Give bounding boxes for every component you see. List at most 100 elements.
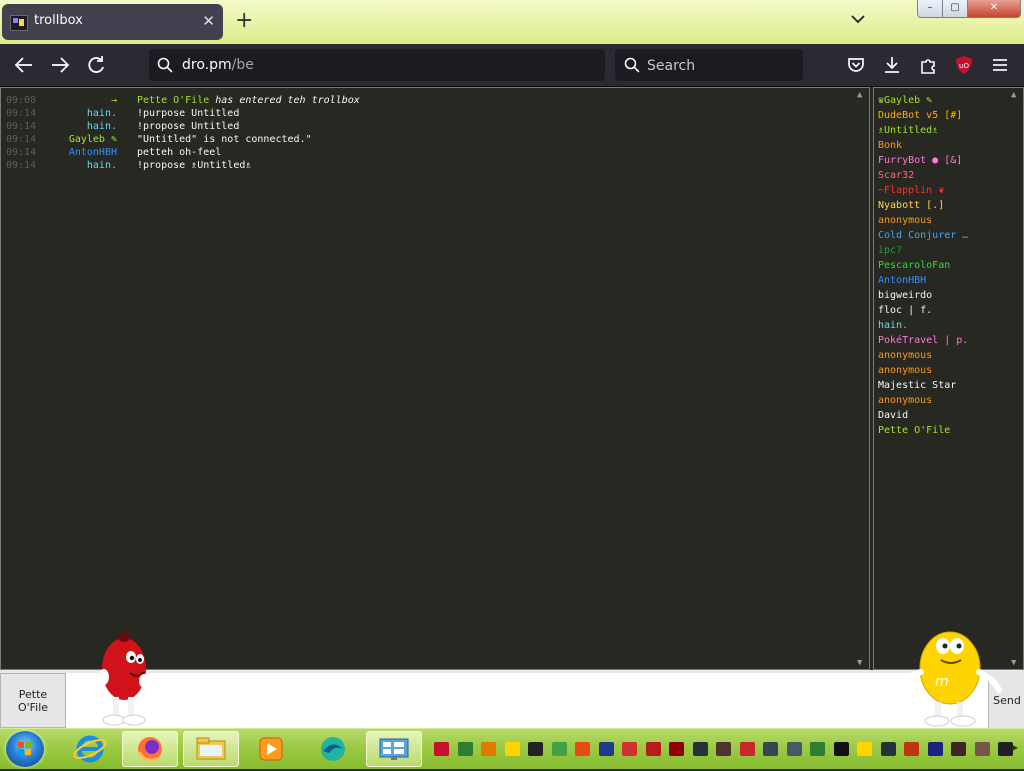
message-nick[interactable]: →	[111, 94, 117, 107]
tray-app-icon[interactable]	[622, 742, 637, 756]
message-nick[interactable]: hain.	[87, 107, 117, 120]
user-list-item[interactable]: Nyabott [.]	[878, 199, 944, 212]
user-list-item[interactable]: DudeBot v5 [#]	[878, 109, 962, 122]
windows-start-button[interactable]	[6, 731, 44, 767]
user-list-item[interactable]: anonymous	[878, 394, 932, 407]
nickname-button[interactable]: Pette O'File	[0, 673, 66, 728]
chat-message: 09:14 hain. !propose ♗Untitled♗	[1, 159, 861, 172]
tab-trollbox[interactable]: trollbox ✕	[2, 4, 223, 40]
close-window-button[interactable]: ✕	[967, 0, 1021, 18]
tray-app-icon[interactable]	[974, 742, 990, 756]
user-list-item[interactable]: Scar32	[878, 169, 914, 182]
minimize-button[interactable]: –	[917, 0, 943, 18]
search-icon	[624, 57, 640, 73]
user-list-item[interactable]: David	[878, 409, 908, 422]
maximize-button[interactable]: ▢	[942, 0, 968, 18]
userlist-scrollbar[interactable]: ▲ ▼	[1009, 90, 1023, 668]
user-list-item[interactable]: hain.	[878, 319, 908, 332]
reload-icon[interactable]	[82, 52, 110, 78]
user-list-item[interactable]: Majestic Star	[878, 379, 956, 392]
joined-user-name[interactable]: Pette O'File	[137, 95, 209, 106]
internet-explorer-taskbar-button[interactable]	[62, 731, 118, 767]
ublock-origin-icon[interactable]: uO	[952, 53, 976, 77]
message-nick[interactable]: hain.	[87, 120, 117, 133]
message-timestamp: 09:14	[6, 134, 37, 145]
back-arrow-icon[interactable]	[10, 52, 38, 78]
user-list-item[interactable]: anonymous	[878, 349, 932, 362]
hamburger-menu-icon[interactable]	[988, 53, 1012, 77]
scroll-up-icon[interactable]: ▲	[857, 90, 862, 100]
tray-app-icon[interactable]	[575, 742, 590, 756]
chat-message: 09:14 hain. !propose Untitled	[1, 120, 861, 133]
tray-app-icon[interactable]	[551, 742, 567, 756]
pocket-icon[interactable]	[844, 53, 868, 77]
message-nick[interactable]: AntonHBH	[69, 146, 117, 159]
tray-app-icon[interactable]	[833, 742, 849, 756]
user-list-item[interactable]: ♛Gayleb ✎	[878, 94, 932, 107]
message-input[interactable]	[67, 673, 991, 730]
url-bar[interactable]: dro.pm/be	[149, 49, 605, 81]
file-explorer-taskbar-button[interactable]	[183, 731, 239, 767]
tray-app-icon[interactable]	[434, 742, 449, 756]
user-list-item[interactable]: PokéTravel | p.	[878, 334, 968, 347]
tab-title: trollbox	[34, 13, 83, 28]
window-controls: – ▢ ✕	[917, 0, 1021, 18]
user-list-item[interactable]: Bonk	[878, 139, 902, 152]
tray-app-icon[interactable]	[998, 742, 1013, 756]
user-list-item[interactable]: anonymous	[878, 364, 932, 377]
tray-app-icon[interactable]	[645, 742, 661, 756]
firefox-taskbar-button[interactable]	[122, 731, 178, 767]
user-list-item[interactable]: anonymous	[878, 214, 932, 227]
tray-app-icon[interactable]	[739, 742, 755, 756]
user-list-item[interactable]: ~Flapplin ❦	[878, 184, 944, 197]
user-list-item[interactable]: PescaroloFan	[878, 259, 950, 272]
scroll-up-icon[interactable]: ▲	[1011, 90, 1016, 100]
tray-app-icon[interactable]	[504, 742, 520, 756]
tray-app-icon[interactable]	[810, 742, 825, 756]
list-all-tabs-chevron-icon[interactable]	[849, 10, 867, 28]
tray-app-icon[interactable]	[857, 742, 872, 756]
downloads-icon[interactable]	[880, 53, 904, 77]
tray-app-icon[interactable]	[786, 742, 802, 756]
user-list-item[interactable]: ipc?	[878, 244, 902, 257]
tray-app-icon[interactable]	[598, 742, 614, 756]
tray-chevron-icon[interactable]: ▸	[1012, 740, 1018, 754]
message-nick[interactable]: hain.	[87, 159, 117, 172]
user-list-item[interactable]: floc | f.	[878, 304, 932, 317]
control-panel-taskbar-button[interactable]	[366, 731, 422, 767]
user-list-item[interactable]: AntonHBH	[878, 274, 926, 287]
forward-arrow-icon[interactable]	[46, 52, 74, 78]
tray-app-icon[interactable]	[669, 742, 684, 756]
search-box[interactable]	[615, 49, 803, 81]
tray-app-icon[interactable]	[481, 742, 496, 756]
tray-app-icon[interactable]	[528, 742, 543, 756]
user-list-item[interactable]: FurryBot ● [&]	[878, 154, 962, 167]
user-list-item[interactable]: bigweirdo	[878, 289, 932, 302]
tray-app-icon[interactable]	[692, 742, 708, 756]
scroll-down-icon[interactable]: ▼	[857, 658, 862, 668]
tab-close-icon[interactable]: ✕	[202, 12, 215, 30]
tray-app-icon[interactable]	[880, 742, 896, 756]
user-list-item[interactable]: ♗Untitled♗	[878, 124, 938, 137]
edge-taskbar-button[interactable]	[305, 731, 361, 767]
search-input[interactable]	[645, 55, 799, 77]
extensions-puzzle-icon[interactable]	[916, 53, 940, 77]
media-player-taskbar-button[interactable]	[243, 731, 299, 767]
user-list-item[interactable]: Pette O'File	[878, 424, 950, 437]
message-nick[interactable]: Gayleb ✎	[69, 133, 117, 146]
tray-app-icon[interactable]	[457, 742, 473, 756]
message-timestamp: 09:14	[6, 121, 37, 132]
scroll-down-icon[interactable]: ▼	[1011, 658, 1016, 668]
tray-app-icon[interactable]	[716, 742, 731, 756]
user-list-item[interactable]: Cold Conjurer …	[878, 229, 968, 242]
edge-globe-icon	[321, 737, 345, 761]
new-tab-button[interactable]: +	[235, 8, 253, 34]
tray-app-icon[interactable]	[763, 742, 778, 756]
internet-explorer-icon	[73, 735, 107, 763]
tray-app-icon[interactable]	[951, 742, 966, 756]
tray-app-icon[interactable]	[904, 742, 919, 756]
chat-scrollbar[interactable]: ▲ ▼	[855, 90, 869, 668]
chat-message: 09:14 hain. !purpose Untitled	[1, 107, 861, 120]
tray-app-icon[interactable]	[927, 742, 943, 756]
join-notice-text: has entered teh trollbox	[209, 95, 360, 106]
